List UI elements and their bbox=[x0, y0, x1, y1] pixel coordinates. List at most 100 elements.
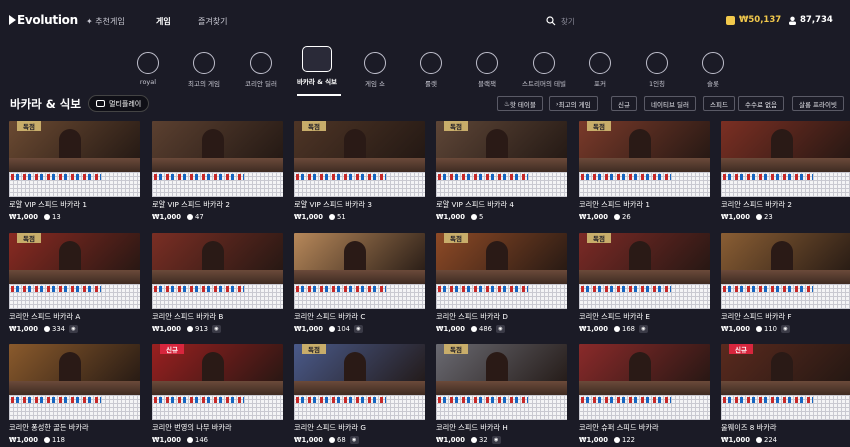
game-name: 코리안 슈퍼 스피드 바카라 bbox=[579, 423, 659, 432]
tile-badge: 독점 bbox=[444, 344, 468, 354]
player-count: 334 bbox=[52, 325, 65, 333]
category-korean-dealer[interactable]: 코리안 딜러 bbox=[231, 44, 291, 88]
game-meta: ₩1,000 118 bbox=[9, 436, 65, 444]
road-marks bbox=[723, 397, 813, 403]
game-thumbnail[interactable]: 독점 bbox=[436, 344, 567, 395]
multiplay-button[interactable]: 멀티플레이 bbox=[88, 95, 150, 112]
game-tile[interactable]: 독점 코리안 스피드 바카라 G ₩1,000 68 ◉ bbox=[294, 344, 425, 447]
category-royal[interactable]: royal bbox=[118, 44, 178, 86]
tile-badge: 신규 bbox=[729, 344, 753, 354]
game-thumbnail[interactable]: 독점 bbox=[436, 121, 567, 172]
game-meta: ₩1,000 122 bbox=[579, 436, 635, 444]
logo-icon bbox=[9, 15, 16, 25]
game-tile[interactable]: 신규 울웨이즈 8 바카라 ₩1,000 224 bbox=[721, 344, 850, 447]
game-tile[interactable]: 코리안 퐁성한 골든 바카라 ₩1,000 118 bbox=[9, 344, 140, 447]
game-thumbnail[interactable]: 신규 bbox=[721, 344, 850, 395]
table-surface bbox=[721, 270, 850, 284]
game-thumbnail[interactable]: 독점 bbox=[579, 233, 710, 284]
game-thumbnail[interactable] bbox=[721, 121, 850, 172]
game-tile[interactable]: 코리안 슈퍼 스피드 바카라 ₩1,000 122 bbox=[579, 344, 710, 447]
evolution-logo[interactable]: Evolution bbox=[9, 13, 78, 27]
road-marks bbox=[154, 174, 244, 180]
search-input[interactable]: 찾기 bbox=[546, 13, 708, 29]
table-surface bbox=[436, 158, 567, 172]
game-tile[interactable]: 독점 로얄 VIP 스피드 바카라 3 ₩1,000 51 bbox=[294, 121, 425, 224]
first-person-icon bbox=[646, 52, 668, 74]
game-thumbnail[interactable] bbox=[9, 344, 140, 395]
game-thumbnail[interactable]: 독점 bbox=[294, 344, 425, 395]
nav-games[interactable]: 게임 bbox=[156, 16, 171, 27]
filter-speed[interactable]: 스피드 bbox=[703, 96, 735, 111]
players-icon bbox=[44, 437, 50, 443]
game-tile[interactable]: 로얄 VIP 스피드 바카라 2 ₩1,000 47 bbox=[152, 121, 283, 224]
category-poker[interactable]: 포커 bbox=[570, 44, 630, 88]
game-thumbnail[interactable]: 독점 bbox=[294, 121, 425, 172]
filter-top-games[interactable]: › 최고의 게임 bbox=[549, 96, 598, 111]
poker-icon bbox=[589, 52, 611, 74]
game-thumbnail[interactable] bbox=[579, 344, 710, 395]
table-surface bbox=[579, 270, 710, 284]
game-thumbnail[interactable] bbox=[152, 121, 283, 172]
game-tile[interactable]: 코리안 스피드 바카라 2 ₩1,000 23 bbox=[721, 121, 850, 224]
category-top-games[interactable]: 최고의 게임 bbox=[174, 44, 234, 88]
category-game-show[interactable]: 게임 쇼 bbox=[345, 44, 405, 88]
category-first-person[interactable]: 1인칭 bbox=[627, 44, 687, 88]
bead-road bbox=[9, 395, 140, 420]
nav-recommended[interactable]: ✦ 추천게임 bbox=[86, 16, 125, 27]
game-meta: ₩1,000 110 ◉ bbox=[721, 325, 790, 333]
game-tile[interactable]: 독점 코리안 스피드 바카라 E ₩1,000 168 ◉ bbox=[579, 233, 710, 336]
game-thumbnail[interactable]: 신규 bbox=[152, 344, 283, 395]
game-tile[interactable]: 독점 코리안 스피드 바카라 H ₩1,000 32 ◉ bbox=[436, 344, 567, 447]
filter-no-commission[interactable]: 수수료 없음 bbox=[738, 96, 784, 111]
player-count: 23 bbox=[764, 213, 773, 221]
game-tile[interactable]: 독점 코리안 스피드 바카라 1 ₩1,000 26 bbox=[579, 121, 710, 224]
table-surface bbox=[152, 158, 283, 172]
nav-favorites[interactable]: 즐겨찾기 bbox=[198, 16, 227, 27]
filter-salon-prive[interactable]: 살롱 프라이빗 bbox=[792, 96, 844, 111]
game-tile[interactable]: 독점 코리안 스피드 바카라 D ₩1,000 486 ◉ bbox=[436, 233, 567, 336]
filter-new[interactable]: 신규 bbox=[611, 96, 637, 111]
game-tile[interactable]: 코리안 스피드 바카라 C ₩1,000 104 ◉ bbox=[294, 233, 425, 336]
game-name: 코리안 스피드 바카라 E bbox=[579, 312, 650, 321]
roulette-icon bbox=[420, 52, 442, 74]
game-name: 코리안 스피드 바카라 H bbox=[436, 423, 508, 432]
filter-native-dealer[interactable]: 네이티브 딜러 bbox=[644, 96, 696, 111]
multiplay-icon bbox=[96, 100, 105, 107]
game-meta: ₩1,000 68 ◉ bbox=[294, 436, 359, 444]
game-tile[interactable]: 독점 로얄 VIP 스피드 바카라 4 ₩1,000 5 bbox=[436, 121, 567, 224]
online-count: 87,734 bbox=[788, 15, 833, 25]
category-blackjack[interactable]: 블랙잭 bbox=[457, 44, 517, 88]
game-tile[interactable]: 독점 로얄 VIP 스피드 바카라 1 ₩1,000 13 bbox=[9, 121, 140, 224]
top-games-icon bbox=[193, 52, 215, 74]
road-marks bbox=[154, 286, 244, 292]
player-count: 104 bbox=[337, 325, 350, 333]
category-streamer-table[interactable]: 스트리머의 테빌 bbox=[514, 44, 574, 88]
category-baccarat-sicbo[interactable]: 바카라 & 식보 bbox=[287, 44, 347, 86]
bead-road bbox=[579, 284, 710, 309]
game-thumbnail[interactable] bbox=[152, 233, 283, 284]
table-surface bbox=[294, 270, 425, 284]
korean-dealer-icon: ◉ bbox=[780, 325, 790, 333]
game-tile[interactable]: 코리안 스피드 바카라 B ₩1,000 913 ◉ bbox=[152, 233, 283, 336]
game-tile[interactable]: 독점 코리안 스피드 바카라 A ₩1,000 334 ◉ bbox=[9, 233, 140, 336]
category-bar: royal 최고의 게임 코리안 딜러 바카라 & 식보 게임 쇼 룰렛 블랙잭 스트리머의 … bbox=[0, 44, 850, 94]
game-thumbnail[interactable]: 독점 bbox=[9, 233, 140, 284]
players-icon bbox=[187, 437, 193, 443]
game-tile[interactable]: 코리안 스피드 바카라 F ₩1,000 110 ◉ bbox=[721, 233, 850, 336]
category-roulette[interactable]: 룰렛 bbox=[401, 44, 461, 88]
game-tile[interactable]: 신규 코리안 번영의 나무 바카라 ₩1,000 146 bbox=[152, 344, 283, 447]
category-slots[interactable]: 슬롯 bbox=[683, 44, 743, 88]
game-thumbnail[interactable]: 독점 bbox=[9, 121, 140, 172]
player-count: 47 bbox=[195, 213, 204, 221]
filter-hot-tables[interactable]: ♨ 핫 테이블 bbox=[497, 96, 543, 111]
game-thumbnail[interactable]: 독점 bbox=[579, 121, 710, 172]
game-meta: ₩1,000 334 ◉ bbox=[9, 325, 78, 333]
game-meta: ₩1,000 913 ◉ bbox=[152, 325, 221, 333]
game-thumbnail[interactable]: 독점 bbox=[436, 233, 567, 284]
game-thumbnail[interactable] bbox=[294, 233, 425, 284]
game-thumbnail[interactable] bbox=[721, 233, 850, 284]
player-count: 32 bbox=[479, 436, 488, 444]
players-icon bbox=[471, 214, 477, 220]
min-bet: ₩1,000 bbox=[294, 213, 323, 221]
tile-badge: 독점 bbox=[17, 233, 41, 243]
